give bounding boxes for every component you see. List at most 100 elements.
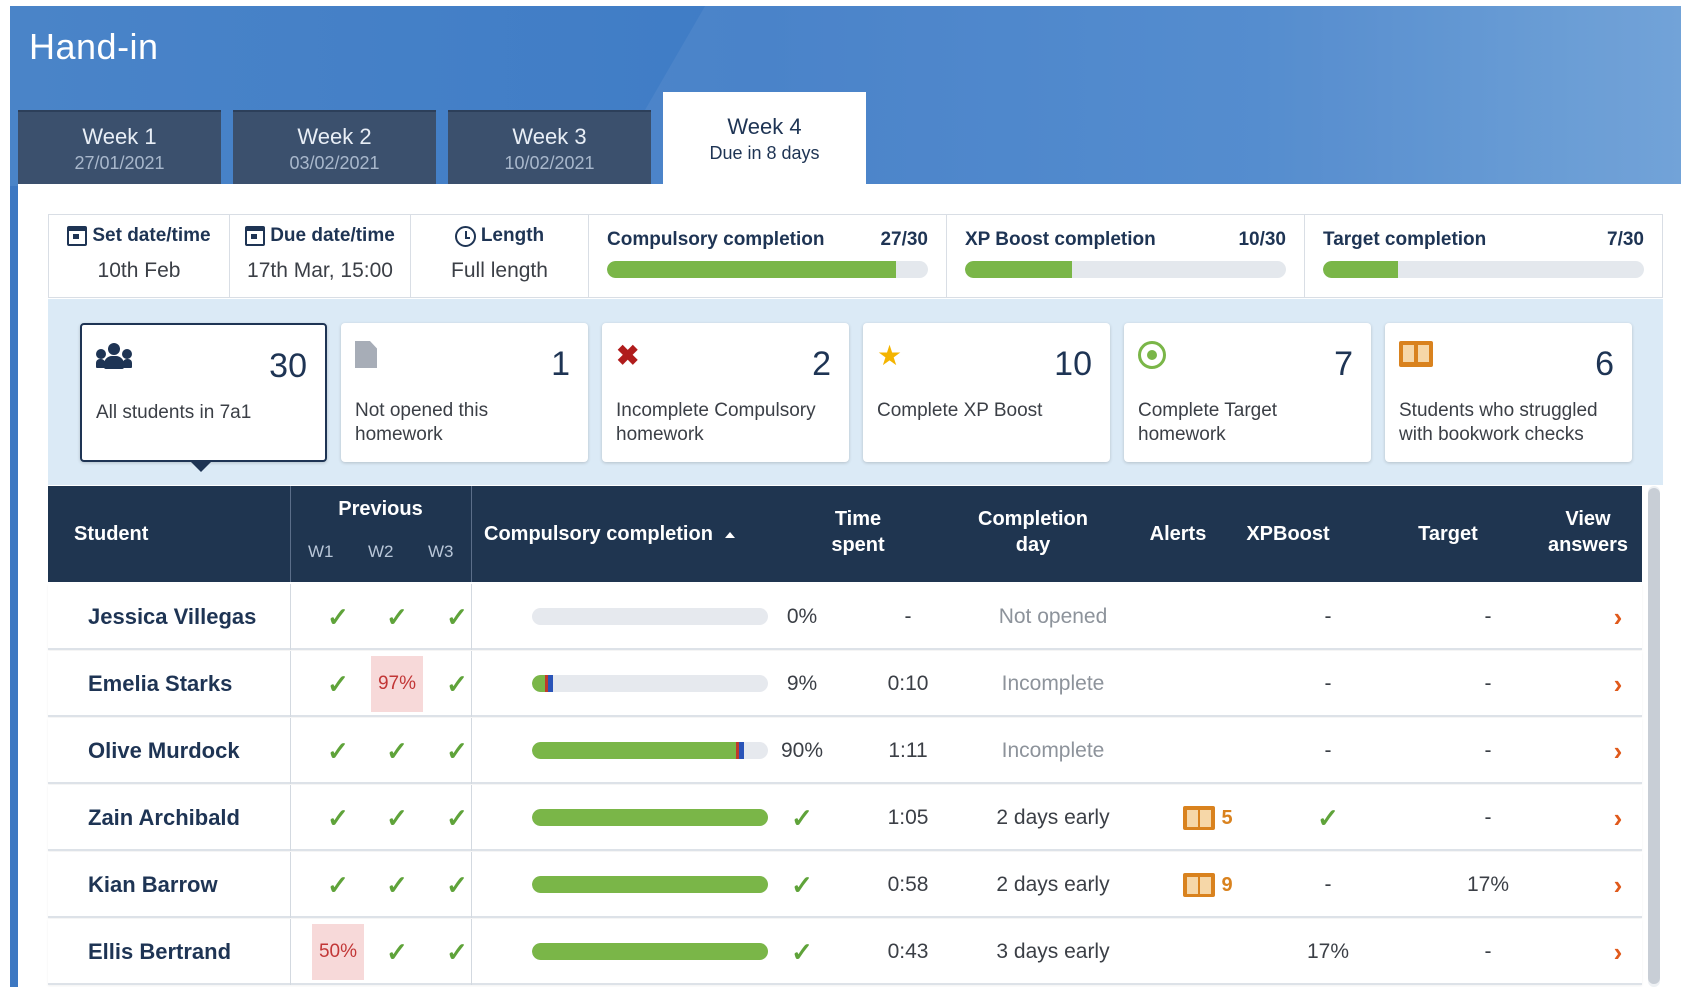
column-header-compulsory[interactable]: Compulsory completion <box>484 521 735 547</box>
tab-week-4[interactable]: Week 4 Due in 8 days <box>663 92 866 188</box>
previous-week-complete: ✓ <box>429 919 485 985</box>
student-name[interactable]: Zain Archibald <box>88 785 240 851</box>
table-row[interactable]: Jessica Villegas ✓ ✓ ✓ 0% - Not opened - - › <box>48 584 1642 650</box>
student-name[interactable]: Kian Barrow <box>88 852 218 918</box>
target-value: - <box>1484 605 1492 628</box>
filter-label: Complete Target homework <box>1138 400 1278 445</box>
xpboost-value: - <box>1324 672 1332 695</box>
column-header-alerts[interactable]: Alerts <box>1128 521 1228 547</box>
students-table-header: Student Previous W1 W2 W3 Compulsory com… <box>48 486 1642 582</box>
compulsory-completion-cell: Compulsory completion 27/30 <box>589 215 947 297</box>
view-answers-button[interactable]: › <box>1588 651 1648 717</box>
column-header-time-spent[interactable]: Time spent <box>798 506 918 558</box>
sort-ascending-icon <box>724 531 735 538</box>
check-icon: ✓ <box>446 601 468 632</box>
length-cell: Length Full length <box>411 215 589 297</box>
view-answers-button[interactable]: › <box>1588 718 1648 784</box>
progress-track <box>1323 261 1644 278</box>
progress-fill <box>965 261 1072 278</box>
chevron-right-icon: › <box>1613 735 1623 766</box>
bookwork-alert[interactable]: 9 <box>1158 852 1258 918</box>
filter-count: 7 <box>1334 345 1353 383</box>
filter-card-target[interactable]: 7 Complete Target homework <box>1124 323 1371 462</box>
tab-week-1[interactable]: Week 1 27/01/2021 <box>18 110 221 184</box>
progress-fill <box>607 261 896 278</box>
table-row[interactable]: Emelia Starks ✓ 97% ✓ 9% 0:10 Incomplete - - › <box>48 651 1642 717</box>
previous-week-complete: ✓ <box>369 852 425 918</box>
homework-info-bar: Set date/time 10th Feb Due date/time 17t… <box>48 214 1663 298</box>
previous-week-complete: ✓ <box>429 651 485 717</box>
chevron-right-icon: › <box>1613 668 1623 699</box>
filter-card-not-opened[interactable]: 1 Not opened this homework <box>341 323 588 462</box>
check-icon: ✓ <box>386 601 408 632</box>
tab-due: Due in 8 days <box>709 143 820 163</box>
compulsory-progress-bar <box>532 742 768 759</box>
student-name[interactable]: Jessica Villegas <box>88 584 256 650</box>
cross-icon: ✖ <box>616 340 640 371</box>
check-icon: ✓ <box>327 802 349 833</box>
column-header-target[interactable]: Target <box>1388 521 1508 547</box>
table-row[interactable]: Zain Archibald ✓ ✓ ✓ ✓ 1:05 2 days early 5 ✓ - › <box>48 785 1642 851</box>
check-icon: ✓ <box>446 668 468 699</box>
column-header-xpboost[interactable]: XPBoost <box>1228 521 1348 547</box>
time-spent: 1:05 <box>887 806 929 829</box>
column-header-w3: W3 <box>428 542 454 561</box>
clock-icon <box>454 225 476 247</box>
table-scrollbar-thumb[interactable] <box>1648 488 1660 984</box>
target-value: 17% <box>1466 873 1510 896</box>
chevron-right-icon: › <box>1613 601 1623 632</box>
previous-week-complete: ✓ <box>369 785 425 851</box>
compulsory-progress-bar <box>532 876 768 893</box>
view-answers-button[interactable]: › <box>1588 852 1648 918</box>
view-answers-button[interactable]: › <box>1588 584 1648 650</box>
tab-label: Week 1 <box>82 124 157 149</box>
filter-label: Not opened this homework <box>355 400 489 445</box>
filter-label: Students who struggled with bookwork che… <box>1399 400 1598 445</box>
student-name[interactable]: Ellis Bertrand <box>88 919 231 985</box>
previous-week-complete: ✓ <box>429 852 485 918</box>
check-icon: ✓ <box>327 601 349 632</box>
star-icon: ★ <box>877 340 903 371</box>
student-name[interactable]: Emelia Starks <box>88 651 232 717</box>
view-answers-button[interactable]: › <box>1588 785 1648 851</box>
table-row[interactable]: Ellis Bertrand 50% ✓ ✓ ✓ 0:43 3 days early 17% -… <box>48 919 1642 985</box>
target-value: - <box>1484 672 1492 695</box>
tab-week-3[interactable]: Week 3 10/02/2021 <box>448 110 651 184</box>
target-value: - <box>1484 739 1492 762</box>
tab-label: Week 3 <box>512 124 587 149</box>
column-header-completion-day[interactable]: Completion day <box>953 506 1113 558</box>
column-header-student[interactable]: Student <box>74 521 148 547</box>
completion-day: Not opened <box>998 605 1108 628</box>
tab-label: Week 4 <box>727 114 802 139</box>
table-row[interactable]: Kian Barrow ✓ ✓ ✓ ✓ 0:58 2 days early 9 - 17% › <box>48 852 1642 918</box>
left-edge-strip <box>10 186 18 987</box>
compulsory-progress-bar <box>532 608 768 625</box>
filter-card-bookwork[interactable]: 6 Students who struggled with bookwork c… <box>1385 323 1632 462</box>
book-icon <box>1399 341 1433 367</box>
student-name[interactable]: Olive Murdock <box>88 718 240 784</box>
check-icon: ✓ <box>446 802 468 833</box>
progress-track <box>607 261 928 278</box>
tab-week-2[interactable]: Week 2 03/02/2021 <box>233 110 436 184</box>
previous-week-complete: ✓ <box>310 785 366 851</box>
xpboost-value: - <box>1324 739 1332 762</box>
filter-card-all-students[interactable]: 30 All students in 7a1 <box>80 323 327 462</box>
target-value: - <box>1484 806 1492 829</box>
check-icon: ✓ <box>446 735 468 766</box>
previous-week-complete: ✓ <box>310 584 366 650</box>
filter-card-incomplete[interactable]: ✖ 2 Incomplete Compulsory homework <box>602 323 849 462</box>
check-icon: ✓ <box>327 735 349 766</box>
bookwork-alert[interactable]: 5 <box>1158 785 1258 851</box>
table-row[interactable]: Olive Murdock ✓ ✓ ✓ 90% 1:11 Incomplete - - › <box>48 718 1642 784</box>
xp-boost-completion-cell: XP Boost completion 10/30 <box>947 215 1305 297</box>
compulsory-percent: 9% <box>786 672 818 695</box>
filter-count: 30 <box>269 347 307 385</box>
users-icon <box>96 343 132 369</box>
view-answers-button[interactable]: › <box>1588 919 1648 985</box>
length-value: Full length <box>451 259 548 282</box>
xpboost-complete: ✓ <box>1278 785 1378 851</box>
filter-count: 1 <box>551 345 570 383</box>
filter-count: 2 <box>812 345 831 383</box>
filter-card-xp-boost[interactable]: ★ 10 Complete XP Boost <box>863 323 1110 462</box>
compulsory-progress-bar <box>532 809 768 826</box>
